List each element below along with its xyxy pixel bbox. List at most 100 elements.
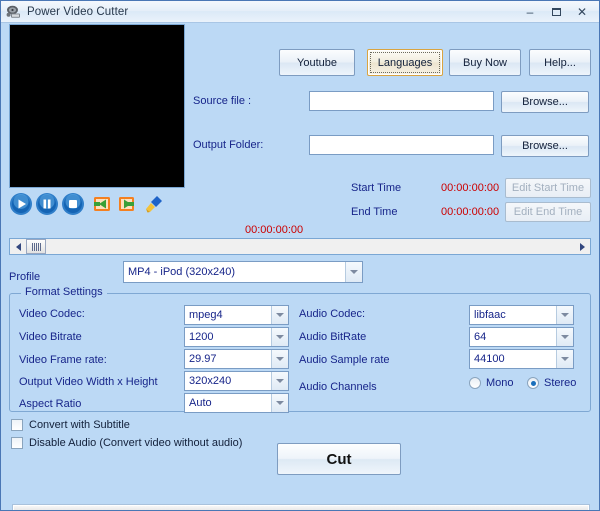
audio-bitrate-value: 64 xyxy=(474,331,487,343)
output-folder-input[interactable] xyxy=(309,135,494,155)
maximize-icon xyxy=(551,7,561,16)
chevron-down-icon[interactable] xyxy=(556,328,573,346)
radio-checked-icon xyxy=(527,377,539,389)
chevron-down-icon[interactable] xyxy=(556,306,573,324)
browse-output-button[interactable]: Browse... xyxy=(501,135,589,157)
arrow-right-glyph xyxy=(579,242,585,251)
profile-combobox[interactable]: MP4 - iPod (320x240) xyxy=(123,261,363,283)
radio-unchecked-icon xyxy=(469,377,481,389)
video-bitrate-combobox[interactable]: 1200 xyxy=(184,327,289,347)
video-framerate-label: Video Frame rate: xyxy=(19,354,107,366)
film-reel-icon xyxy=(6,4,22,20)
audio-bitrate-label: Audio BitRate xyxy=(299,331,367,343)
chevron-down-icon[interactable] xyxy=(271,394,288,412)
client-area: 00:00:00:00 Youtube Languages Buy Now He… xyxy=(1,23,599,510)
current-time-display: 00:00:00:00 xyxy=(245,224,304,236)
audio-codec-value: libfaac xyxy=(474,309,506,321)
mono-label: Mono xyxy=(486,377,514,389)
scroll-right-icon[interactable] xyxy=(574,239,590,254)
output-video-size-value: 320x240 xyxy=(189,375,232,387)
edit-start-time-button[interactable]: Edit Start Time xyxy=(505,178,591,198)
chevron-down-glyph xyxy=(561,335,569,339)
convert-with-subtitle-checkbox[interactable]: Convert with Subtitle xyxy=(11,419,130,431)
edit-end-time-button[interactable]: Edit End Time xyxy=(505,202,591,222)
window-title: Power Video Cutter xyxy=(27,5,129,18)
start-time-label: Start Time xyxy=(351,182,402,194)
profile-label: Profile xyxy=(9,271,41,283)
chevron-down-glyph xyxy=(561,313,569,317)
audio-codec-combobox[interactable]: libfaac xyxy=(469,305,574,325)
playback-controls xyxy=(9,191,189,217)
chevron-down-icon[interactable] xyxy=(271,372,288,390)
buy-now-button[interactable]: Buy Now xyxy=(449,49,521,76)
chevron-down-glyph xyxy=(276,313,284,317)
chevron-down-icon[interactable] xyxy=(271,350,288,368)
source-file-input[interactable] xyxy=(309,91,494,111)
profile-combobox-value: MP4 - iPod (320x240) xyxy=(128,266,235,278)
audio-bitrate-combobox[interactable]: 64 xyxy=(469,327,574,347)
video-bitrate-value: 1200 xyxy=(189,331,214,343)
audio-channels-label: Audio Channels xyxy=(299,381,377,393)
caption-buttons: – ✕ xyxy=(517,4,595,20)
cut-button[interactable]: Cut xyxy=(277,443,401,475)
video-bitrate-label: Video Bitrate xyxy=(19,331,82,343)
disable-audio-checkbox[interactable]: Disable Audio (Convert video without aud… xyxy=(11,437,242,449)
checkbox-unchecked-icon xyxy=(11,437,23,449)
languages-button[interactable]: Languages xyxy=(367,49,443,76)
convert-with-subtitle-label: Convert with Subtitle xyxy=(29,419,130,431)
browse-source-button[interactable]: Browse... xyxy=(501,91,589,113)
video-codec-label: Video Codec: xyxy=(19,308,85,320)
chevron-down-glyph xyxy=(276,401,284,405)
arrow-left-glyph xyxy=(15,242,21,251)
progress-bar-fill xyxy=(14,506,588,510)
audio-samplerate-value: 44100 xyxy=(474,353,505,365)
maximize-button[interactable] xyxy=(543,4,569,20)
chevron-down-glyph xyxy=(350,270,358,274)
chevron-down-icon[interactable] xyxy=(345,262,362,282)
video-framerate-combobox[interactable]: 29.97 xyxy=(184,349,289,369)
timeline-scrollbar[interactable] xyxy=(9,238,591,255)
application-window: Power Video Cutter – ✕ 00:00:00:00 Youtu… xyxy=(0,0,600,511)
audio-codec-label: Audio Codec: xyxy=(299,308,366,320)
chevron-down-icon[interactable] xyxy=(271,328,288,346)
video-codec-combobox[interactable]: mpeg4 xyxy=(184,305,289,325)
chevron-down-glyph xyxy=(561,357,569,361)
timeline-thumb[interactable] xyxy=(26,239,46,254)
languages-button-label: Languages xyxy=(377,56,433,69)
mark-in-icon[interactable] xyxy=(91,193,113,215)
stereo-label: Stereo xyxy=(544,377,577,389)
video-framerate-value: 29.97 xyxy=(189,353,217,365)
audio-channels-mono-radio[interactable]: Mono xyxy=(469,377,514,389)
chevron-down-icon[interactable] xyxy=(556,350,573,368)
broom-icon[interactable] xyxy=(143,193,165,215)
youtube-button[interactable]: Youtube xyxy=(279,49,355,76)
aspect-ratio-label: Aspect Ratio xyxy=(19,398,82,410)
minimize-button[interactable]: – xyxy=(517,4,543,20)
source-file-label: Source file : xyxy=(193,95,252,107)
end-time-value: 00:00:00:00 xyxy=(441,206,500,218)
chevron-down-icon[interactable] xyxy=(271,306,288,324)
start-time-value: 00:00:00:00 xyxy=(441,182,500,194)
video-preview[interactable] xyxy=(9,24,185,188)
audio-channels-stereo-radio[interactable]: Stereo xyxy=(527,377,576,389)
scroll-left-icon[interactable] xyxy=(10,239,26,254)
pause-icon[interactable] xyxy=(35,192,59,216)
chevron-down-glyph xyxy=(276,335,284,339)
audio-samplerate-combobox[interactable]: 44100 xyxy=(469,349,574,369)
chevron-down-glyph xyxy=(276,379,284,383)
title-bar: Power Video Cutter – ✕ xyxy=(1,1,599,23)
mark-out-icon[interactable] xyxy=(115,193,137,215)
output-video-size-label: Output Video Width x Height xyxy=(19,376,158,388)
play-icon[interactable] xyxy=(9,192,33,216)
timeline-track[interactable] xyxy=(26,239,574,254)
grip-lines-icon xyxy=(32,243,41,251)
close-button[interactable]: ✕ xyxy=(569,4,595,20)
aspect-ratio-combobox[interactable]: Auto xyxy=(184,393,289,413)
stop-icon[interactable] xyxy=(61,192,85,216)
help-button[interactable]: Help... xyxy=(529,49,591,76)
chevron-down-glyph xyxy=(276,357,284,361)
output-video-size-combobox[interactable]: 320x240 xyxy=(184,371,289,391)
disable-audio-label: Disable Audio (Convert video without aud… xyxy=(29,437,243,449)
audio-samplerate-label: Audio Sample rate xyxy=(299,354,390,366)
checkbox-unchecked-icon xyxy=(11,419,23,431)
